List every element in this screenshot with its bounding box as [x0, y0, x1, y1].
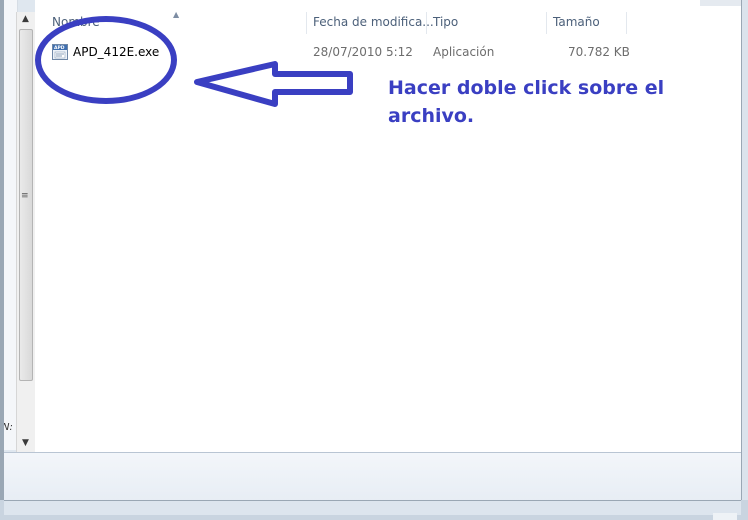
scroll-up-icon[interactable]: ▲ — [22, 14, 29, 24]
explorer-window: N: ▲ ≡ ▼ ▲ Nombre Fecha de modifica... T… — [0, 0, 748, 520]
status-bar — [4, 500, 741, 515]
column-header-size[interactable]: Tamaño — [553, 15, 600, 29]
resize-grip[interactable] — [713, 513, 737, 520]
window-right-border — [741, 0, 748, 520]
scroll-grip-icon: ≡ — [21, 191, 29, 201]
annotation-arrow-icon — [194, 61, 353, 107]
column-separator[interactable] — [626, 12, 627, 34]
column-separator[interactable] — [306, 12, 307, 34]
annotation-ellipse — [35, 16, 177, 104]
details-pane — [4, 452, 741, 501]
window-top-edge — [700, 0, 741, 6]
column-separator[interactable] — [426, 12, 427, 34]
column-header-type[interactable]: Tipo — [433, 15, 458, 29]
annotation-instruction: Hacer doble click sobre el archivo. — [388, 77, 665, 127]
nav-vertical-scrollbar[interactable]: ▲ ≡ ▼ — [16, 12, 36, 452]
file-size: 70.782 KB — [568, 45, 630, 59]
scroll-down-icon[interactable]: ▼ — [22, 438, 29, 448]
file-type: Aplicación — [433, 45, 495, 59]
sort-ascending-icon: ▲ — [173, 10, 180, 19]
window-right-line — [741, 0, 742, 500]
window-left-border — [0, 0, 4, 520]
column-separator[interactable] — [546, 12, 547, 34]
file-date: 28/07/2010 5:12 — [313, 45, 413, 59]
column-header-date[interactable]: Fecha de modifica... — [313, 15, 434, 29]
scrollbar-thumb[interactable] — [19, 29, 33, 381]
